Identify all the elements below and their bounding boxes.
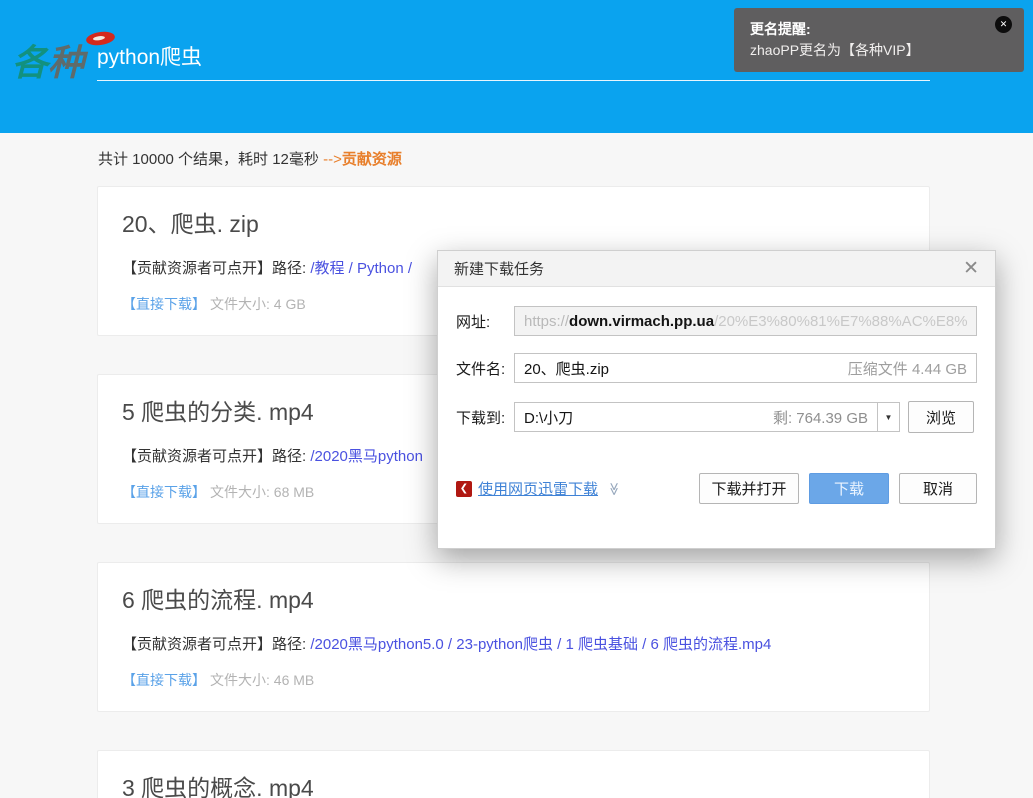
new-download-task-dialog: 新建下载任务 ✕ 网址: https://down.virmach.pp.ua/… bbox=[437, 250, 996, 549]
thunder-download-link[interactable]: 使用网页迅雷下载 bbox=[478, 478, 598, 499]
result-title[interactable]: 20、爬虫. zip bbox=[122, 209, 905, 239]
result-path-line: 【贡献资源者可点开】路径: /2020黑马python5.0 / 23-pyth… bbox=[122, 635, 905, 654]
thunder-icon: ❮ bbox=[456, 481, 472, 497]
close-icon[interactable]: ✕ bbox=[963, 259, 979, 278]
logo-char-1: 各 bbox=[12, 42, 48, 84]
browse-button[interactable]: 浏览 bbox=[908, 401, 974, 433]
dialog-titlebar: 新建下载任务 ✕ bbox=[438, 251, 995, 287]
result-title[interactable]: 3 爬虫的概念. mp4 bbox=[122, 773, 905, 798]
chevron-down-icon[interactable]: ▼ bbox=[878, 413, 899, 422]
results-summary: 共计 10000 个结果，耗时 12毫秒 -->贡献资源 bbox=[98, 148, 1033, 169]
save-location-row: 下载到: D:\小刀 剩: 764.39 GB ▼ 浏览 bbox=[456, 401, 977, 433]
results-arrow: --> bbox=[323, 151, 342, 168]
file-size: 文件大小: 46 MB bbox=[210, 672, 314, 688]
result-title[interactable]: 6 爬虫的流程. mp4 bbox=[122, 585, 905, 615]
file-size: 文件大小: 4 GB bbox=[210, 296, 306, 312]
results-summary-text: 共计 10000 个结果，耗时 12毫秒 bbox=[98, 151, 323, 168]
dialog-footer-row: ❮ 使用网页迅雷下载 ≫ 下载并打开 下载 取消 bbox=[456, 473, 977, 504]
url-row: 网址: https://down.virmach.pp.ua/20%E3%80%… bbox=[456, 306, 977, 336]
result-size-line: 【直接下载】文件大小: 46 MB bbox=[122, 672, 905, 689]
save-path-value: D:\小刀 bbox=[524, 407, 573, 428]
filename-input[interactable]: 20、爬虫.zip 压缩文件 4.44 GB bbox=[514, 353, 977, 383]
file-size: 文件大小: 68 MB bbox=[210, 484, 314, 500]
path-links[interactable]: /2020黑马python5.0 / 23-python爬虫 / 1 爬虫基础 … bbox=[310, 636, 771, 653]
download-and-open-button[interactable]: 下载并打开 bbox=[699, 473, 799, 504]
path-links[interactable]: /2020黑马python bbox=[310, 448, 423, 465]
result-card: 3 爬虫的概念. mp4 bbox=[97, 750, 930, 798]
filename-value: 20、爬虫.zip bbox=[524, 358, 609, 379]
dialog-body: 网址: https://down.virmach.pp.ua/20%E3%80%… bbox=[438, 306, 995, 504]
toast-message: zhaoPP更名为【各种VIP】 bbox=[750, 39, 1008, 61]
url-label: 网址: bbox=[456, 311, 514, 332]
free-space-label: 剩: 764.39 GB bbox=[773, 407, 868, 428]
filename-label: 文件名: bbox=[456, 358, 514, 379]
double-chevron-icon[interactable]: ≫ bbox=[606, 482, 622, 496]
download-button[interactable]: 下载 bbox=[809, 473, 889, 504]
filename-row: 文件名: 20、爬虫.zip 压缩文件 4.44 GB bbox=[456, 353, 977, 383]
url-scheme: https:// bbox=[524, 313, 569, 330]
url-path: /20%E3%80%81%E7%88%AC%E8% bbox=[714, 313, 967, 330]
filename-size-meta: 压缩文件 4.44 GB bbox=[848, 358, 967, 379]
save-path-input[interactable]: D:\小刀 剩: 764.39 GB ▼ bbox=[514, 402, 900, 432]
saveto-label: 下载到: bbox=[456, 407, 514, 428]
url-host: down.virmach.pp.ua bbox=[569, 313, 714, 330]
result-card: 6 爬虫的流程. mp4 【贡献资源者可点开】路径: /2020黑马python… bbox=[97, 562, 930, 712]
path-label: 【贡献资源者可点开】路径: bbox=[122, 636, 310, 653]
path-label: 【贡献资源者可点开】路径: bbox=[122, 260, 310, 277]
dialog-title: 新建下载任务 bbox=[454, 258, 544, 279]
path-label: 【贡献资源者可点开】路径: bbox=[122, 448, 310, 465]
path-links[interactable]: /教程 / Python / bbox=[310, 260, 412, 277]
rename-notice-toast: 更名提醒: zhaoPP更名为【各种VIP】 ✕ bbox=[734, 8, 1024, 72]
direct-download-link[interactable]: 【直接下载】 bbox=[122, 672, 206, 688]
close-icon[interactable]: ✕ bbox=[995, 16, 1012, 33]
direct-download-link[interactable]: 【直接下载】 bbox=[122, 296, 206, 312]
logo-char-2: 种 bbox=[48, 42, 84, 84]
direct-download-link[interactable]: 【直接下载】 bbox=[122, 484, 206, 500]
url-input[interactable]: https://down.virmach.pp.ua/20%E3%80%81%E… bbox=[514, 306, 977, 336]
cancel-button[interactable]: 取消 bbox=[899, 473, 977, 504]
toast-title: 更名提醒: bbox=[750, 19, 1008, 39]
contribute-resources-link[interactable]: 贡献资源 bbox=[342, 151, 402, 168]
